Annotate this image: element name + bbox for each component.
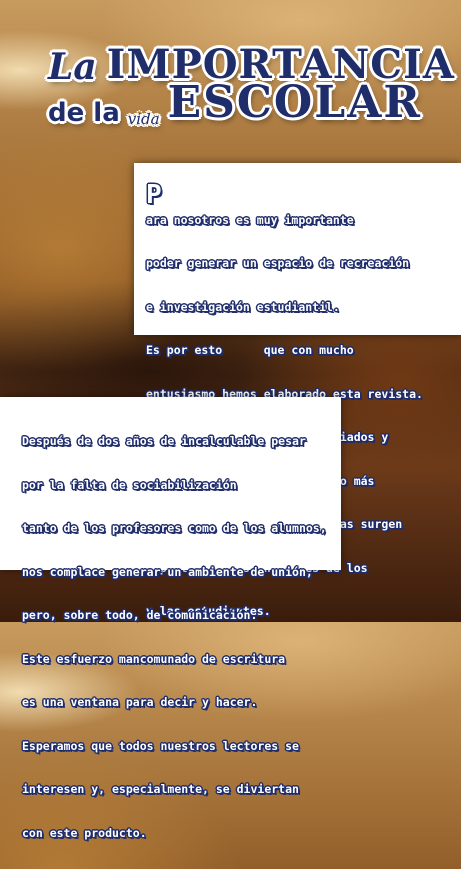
text-line: pero, sobre todo, de comunicación. <box>22 608 258 622</box>
text-line: es una ventana para decir y hacer. <box>22 695 258 709</box>
magazine-title: La IMPORTANCIA de la vida ESCOLAR <box>48 41 454 128</box>
text-line: e investigación estudiantil. <box>146 299 340 314</box>
drop-cap: P <box>146 179 162 210</box>
text-line: Esperamos que todos nuestros lectores se <box>22 738 299 753</box>
text-line: ara nosotros es muy importante <box>146 212 354 227</box>
second-text-box: Después de dos años de incalculable pesa… <box>0 397 341 840</box>
text-line: Después de dos años de incalculable pesa… <box>22 434 306 448</box>
intro-text-box: P ara nosotros es muy importante poder g… <box>134 163 461 618</box>
title-la: La <box>48 46 97 88</box>
title-escolar: ESCOLAR <box>167 77 422 128</box>
text-line: interesen y, especialmente, se diviertan <box>22 782 299 796</box>
title-de-la: de la <box>48 98 120 128</box>
text-line: con este producto. <box>22 825 147 840</box>
text-line: tanto de los profesores como de los alum… <box>22 521 327 535</box>
title-vida: vida <box>127 110 160 128</box>
text-line: por la falta de sociabilización <box>22 477 237 492</box>
text-line: Este esfuerzo mancomunado de escritura <box>22 651 286 666</box>
text-line: poder generar un espacio de recreación <box>146 256 410 270</box>
text-line: nos complace generar un ambiente de unió… <box>22 564 313 579</box>
second-paragraph: Después de dos años de incalculable pesa… <box>22 405 327 869</box>
text-line: Es por esto que con mucho <box>146 343 354 357</box>
